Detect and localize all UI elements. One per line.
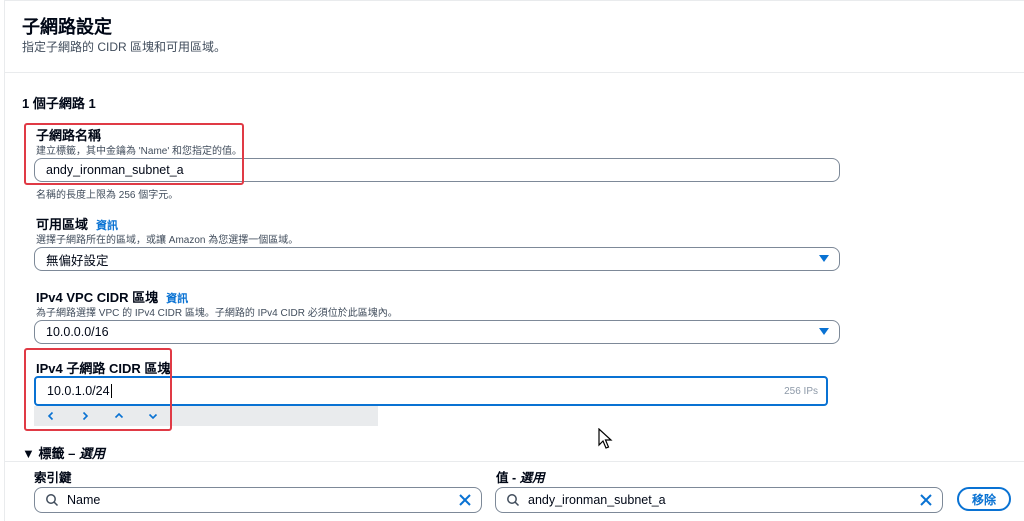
tag-value-label: 值 - 選用 (496, 467, 545, 486)
tag-key-value: Name (67, 493, 101, 507)
az-select[interactable]: 無偏好設定 (34, 247, 840, 271)
tags-section-toggle[interactable]: ▼ 標籤 – 選用 (22, 443, 105, 462)
page-description: 指定子網路的 CIDR 區塊和可用區域。 (22, 40, 227, 54)
page-title: 子網路設定 (22, 17, 112, 37)
header-divider (4, 72, 1024, 73)
search-icon (46, 494, 59, 507)
az-description: 選擇子網路所在的區域，或讓 Amazon 為您選擇一個區域。 (36, 235, 299, 246)
tag-value-label-text: 值 - (496, 471, 520, 485)
vpc-cidr-description: 為子網路選擇 VPC 的 IPv4 CIDR 區塊。子網路的 IPv4 CIDR… (36, 308, 398, 319)
caret-down-icon: ▼ (22, 446, 39, 461)
remove-tag-button[interactable]: 移除 (957, 487, 1011, 511)
ip-count-suffix: 256 IPs (784, 385, 818, 397)
az-value: 無偏好設定 (46, 253, 109, 268)
tags-optional: 選用 (78, 446, 105, 461)
clear-icon[interactable] (918, 492, 934, 508)
tags-heading: 標籤 – (38, 446, 79, 461)
tags-divider (4, 461, 1024, 462)
tag-key-input[interactable]: Name (34, 487, 482, 513)
tag-key-label: 索引鍵 (34, 471, 72, 485)
highlight-box-subnet-cidr (24, 348, 172, 431)
tag-value-value: andy_ironman_subnet_a (528, 493, 666, 507)
vpc-cidr-select[interactable]: 10.0.0.0/16 (34, 320, 840, 344)
highlight-box-subnet-name (24, 123, 244, 185)
tag-value-input[interactable]: andy_ironman_subnet_a (495, 487, 943, 513)
mouse-pointer-icon (598, 428, 613, 449)
vpc-cidr-label-text: IPv4 VPC CIDR 區塊 (36, 290, 159, 305)
vpc-cidr-value: 10.0.0.0/16 (46, 325, 109, 339)
search-icon (507, 494, 520, 507)
caret-down-icon (819, 328, 829, 335)
clear-icon[interactable] (457, 492, 473, 508)
subnet-heading: 1 個子網路 1 (22, 96, 96, 111)
caret-down-icon (819, 255, 829, 262)
subnet-name-constraint: 名稱的長度上限為 256 個字元。 (36, 190, 179, 201)
az-label-text: 可用區域 (36, 217, 89, 232)
tag-value-optional: 選用 (519, 471, 545, 485)
